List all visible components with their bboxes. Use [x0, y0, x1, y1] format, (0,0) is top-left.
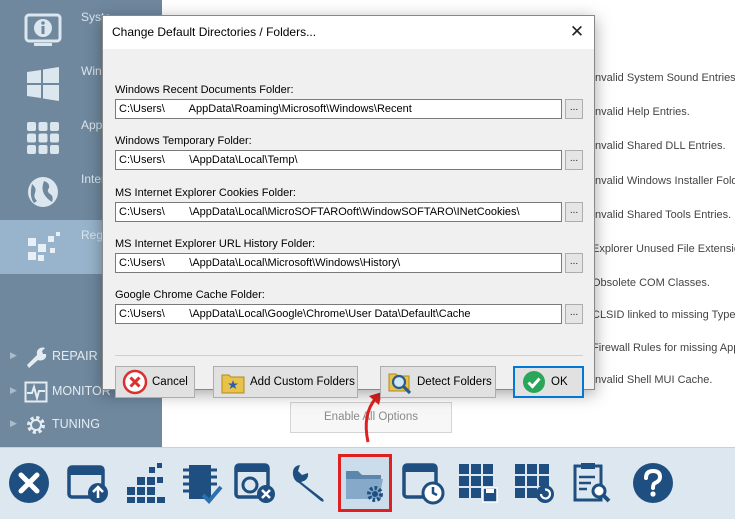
folder-label: MS Internet Explorer Cookies Folder: [115, 187, 296, 199]
app-window: System Status Windows Optimizer Apps Cle… [0, 0, 735, 519]
collapse-arrow-icon: ▶ [10, 418, 17, 428]
window-upload-icon [67, 465, 108, 503]
folder-label: Google Chrome Cache Folder: [115, 289, 265, 301]
cancel-button[interactable]: Cancel [115, 366, 195, 398]
disk-window-remove-icon [234, 463, 275, 503]
folder-gear-icon [346, 471, 383, 502]
registry-entry-label: Invalid Shared DLL Entries. [592, 140, 726, 152]
toolbar-report-button[interactable] [564, 454, 618, 512]
toolbar-scheduler-button[interactable] [396, 454, 450, 512]
cancel-icon [122, 369, 148, 395]
ok-button[interactable]: OK [513, 366, 584, 398]
wrench-icon [27, 347, 47, 368]
folder-row-ie-cookies: MS Internet Explorer Cookies Folder: ... [115, 187, 583, 231]
folder-label: MS Internet Explorer URL History Folder: [115, 238, 316, 250]
recent-documents-folder-field[interactable] [115, 99, 562, 119]
folder-label: Windows Temporary Folder: [115, 135, 252, 147]
sidebar-section-label: TUNING [52, 417, 100, 431]
dialog-close-button[interactable]: ✕ [565, 21, 589, 43]
windows-logo-icon [27, 67, 59, 101]
bottom-toolbar [0, 447, 735, 519]
add-custom-folders-button[interactable]: Add Custom Folders [213, 366, 358, 398]
wrench-icon [292, 465, 324, 502]
system-info-icon [24, 13, 62, 46]
grid-save-icon [459, 464, 498, 503]
detect-folders-label: Detect Folders [417, 376, 492, 388]
browse-button[interactable]: ... [565, 304, 583, 324]
sidebar-section-tuning[interactable]: ▶ TUNING [0, 410, 162, 440]
cancel-button-label: Cancel [152, 376, 188, 388]
temporary-folder-field[interactable] [115, 150, 562, 170]
ok-button-label: OK [551, 376, 568, 388]
dialog-body: Windows Recent Documents Folder: ... Win… [103, 49, 594, 398]
registry-entry-label: Invalid System Sound Entries. [592, 72, 735, 84]
close-circle-icon [9, 463, 49, 503]
chip-check-icon [183, 465, 223, 504]
pulse-monitor-icon [24, 381, 48, 403]
collapse-arrow-icon: ▶ [10, 350, 17, 360]
apps-grid-icon [27, 122, 59, 154]
registry-entry-label: Invalid Help Entries. [592, 106, 690, 118]
browse-button[interactable]: ... [565, 99, 583, 119]
folder-row-chrome-cache: Google Chrome Cache Folder: ... [115, 289, 583, 333]
toolbar-restore-button[interactable] [507, 454, 561, 512]
change-directories-dialog: Change Default Directories / Folders... … [102, 15, 595, 398]
folder-row-recent-documents: Windows Recent Documents Folder: ... [115, 84, 583, 128]
gear-icon [27, 416, 45, 434]
registry-blocks-icon [28, 232, 60, 261]
toolbar-memory-check-button[interactable] [174, 454, 228, 512]
button-divider [115, 355, 583, 356]
registry-entry-label: Invalid Shell MUI Cache. [592, 374, 713, 386]
folder-label: Windows Recent Documents Folder: [115, 84, 294, 96]
add-custom-folders-label: Add Custom Folders [250, 376, 355, 388]
registry-entry-label: Invalid Windows Installer Folders [592, 175, 735, 187]
toolbar-window-upload-button[interactable] [61, 454, 115, 512]
registry-entry-label: Invalid Shared Tools Entries. [592, 209, 732, 221]
check-circle-icon [523, 371, 545, 393]
detect-folders-button[interactable]: Detect Folders [380, 366, 496, 398]
browse-button[interactable]: ... [565, 150, 583, 170]
chrome-cache-folder-field[interactable] [115, 304, 562, 324]
toolbar-disk-remove-button[interactable] [228, 454, 282, 512]
registry-entry-label: Firewall Rules for missing Applications [592, 342, 735, 354]
toolbar-close-button[interactable] [2, 454, 56, 512]
toolbar-change-folders-button[interactable] [338, 454, 392, 512]
clipboard-search-icon [573, 463, 611, 503]
browse-button[interactable]: ... [565, 202, 583, 222]
grid-restore-icon [515, 464, 554, 503]
help-icon [633, 463, 673, 503]
ie-history-folder-field[interactable] [115, 253, 562, 273]
registry-entry-label: Obsolete COM Classes. [592, 277, 710, 289]
toolbar-help-button[interactable] [626, 454, 680, 512]
sidebar-section-label: REPAIR [52, 349, 98, 363]
window-clock-icon [402, 463, 445, 505]
toolbar-registry-blocks-button[interactable] [118, 454, 172, 512]
collapse-arrow-icon: ▶ [10, 385, 17, 395]
registry-entry-label: Explorer Unused File Extensions [592, 243, 735, 255]
folder-row-ie-history: MS Internet Explorer URL History Folder:… [115, 238, 583, 282]
toolbar-backup-button[interactable] [451, 454, 505, 512]
folder-star-icon [221, 374, 245, 394]
dialog-titlebar[interactable]: Change Default Directories / Folders... … [103, 16, 594, 49]
folder-magnifier-icon [388, 373, 412, 395]
toolbar-repair-button[interactable] [284, 454, 338, 512]
dialog-title: Change Default Directories / Folders... [112, 25, 317, 39]
pixel-blocks-icon [127, 463, 165, 503]
browse-button[interactable]: ... [565, 253, 583, 273]
registry-entry-label: CLSID linked to missing TypeLib [592, 309, 735, 321]
folder-row-temporary: Windows Temporary Folder: ... [115, 135, 583, 179]
ie-cookies-folder-field[interactable] [115, 202, 562, 222]
globe-icon [28, 177, 58, 207]
